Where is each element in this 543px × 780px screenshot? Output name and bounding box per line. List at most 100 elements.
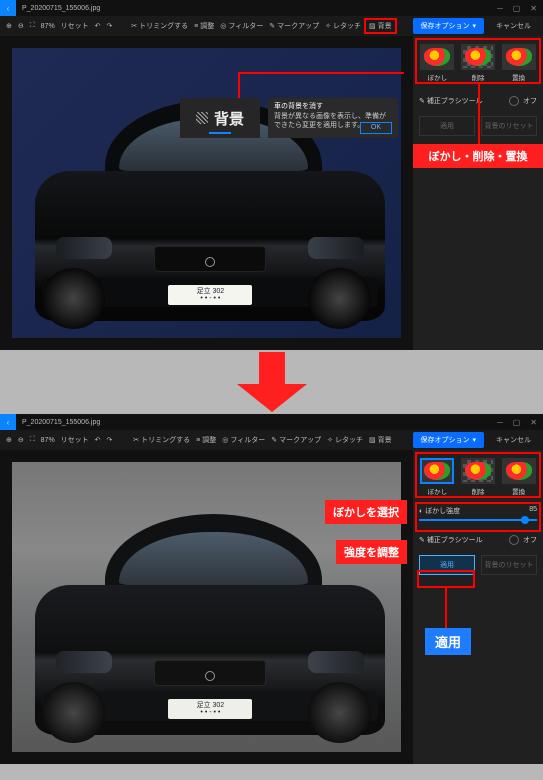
tool-retouch-label: レタッチ [333, 21, 361, 31]
tool-markup-label: マークアップ [277, 21, 319, 31]
maximize-button[interactable]: ▢ [513, 4, 521, 13]
tool-background-label: 背景 [378, 21, 392, 31]
zoom-in-icon[interactable]: ⊕ [6, 436, 12, 444]
rotate-left-icon[interactable]: ↶ [95, 436, 101, 444]
tool-background[interactable]: ▨ 背景 [364, 18, 397, 34]
tool-markup[interactable]: ✎ マークアップ [269, 21, 319, 31]
side-panel: ぼかし 削除 置換 ◐ ぼかし強度 85 [413, 450, 543, 764]
minimize-button[interactable]: ─ [497, 4, 503, 13]
side-panel: ぼかし 削除 置換 ✎ 補正ブラシツール オフ 適用 背景のリセット [413, 36, 543, 350]
label: 調整 [202, 435, 216, 445]
toggle-off-label: オフ [523, 96, 537, 106]
plate-top: 足立 302 [197, 288, 225, 295]
reset-bg-button[interactable]: 背景のリセット [481, 116, 537, 136]
brush-tool-label: 補正ブラシツール [427, 98, 483, 105]
close-button[interactable]: ✕ [530, 4, 537, 13]
minimize-button[interactable]: ─ [497, 418, 503, 427]
slider-track[interactable] [419, 519, 537, 521]
slider-knob[interactable] [521, 516, 529, 524]
label: 補正ブラシツール [427, 537, 483, 544]
expand-icon[interactable]: ⛶ [30, 436, 35, 444]
brush-tool-row: ✎ 補正ブラシツール オフ [419, 535, 537, 545]
annotation-line [445, 588, 447, 628]
plate-bot: • • - • • [200, 709, 220, 716]
app-window-before: ‹ P_20200715_155006.jpg ─ ▢ ✕ ⊕ ⊖ ⛶ 87% … [0, 0, 543, 350]
window-controls: ─ ▢ ✕ [497, 4, 543, 13]
annotation-box-apply [417, 570, 475, 588]
brush-tool[interactable]: ✎ 補正ブラシツール [419, 535, 483, 545]
plate-top: 足立 302 [197, 702, 225, 709]
help-title: 車の背景を消す [274, 103, 392, 111]
tool-markup[interactable]: ✎ マークアップ [271, 435, 321, 445]
back-icon: ‹ [7, 4, 10, 13]
label: オフ [523, 535, 537, 545]
tool-trimming[interactable]: ✂ トリミングする [131, 21, 188, 31]
reset-zoom[interactable]: リセット [61, 435, 89, 445]
tool-adjust[interactable]: ≡ 調整 [196, 435, 216, 445]
label: 保存オプション [421, 435, 470, 445]
label: 背景 [378, 435, 392, 445]
annotation-line [238, 72, 404, 74]
label: フィルター [230, 435, 265, 445]
back-button[interactable]: ‹ [0, 414, 16, 430]
tool-trimming-label: トリミングする [139, 21, 188, 31]
toolbar: ⊕ ⊖ ⛶ 87% リセット ↶ ↷ ✂ トリミングする ≡ 調整 ◎ フィルタ… [0, 430, 543, 450]
titlebar: ‹ P_20200715_155006.jpg ─ ▢ ✕ [0, 0, 543, 16]
main-area: 足立 302 • • - • • ぼかしを選択 強度を調整 ぼかし 削除 [0, 450, 543, 764]
rotate-right-icon[interactable]: ↷ [107, 22, 113, 30]
window-controls: ─ ▢ ✕ [497, 418, 543, 427]
canvas: 足立 302 • • - • • ぼかしを選択 強度を調整 [0, 450, 413, 764]
apply-button[interactable]: 適用 [419, 116, 475, 136]
tool-trimming[interactable]: ✂ トリミングする [133, 435, 190, 445]
maximize-button[interactable]: ▢ [513, 418, 521, 427]
label: マークアップ [279, 435, 321, 445]
brush-toggle[interactable]: オフ [509, 96, 537, 106]
save-options-label: 保存オプション [421, 21, 470, 31]
tool-filter[interactable]: ◎ フィルター [220, 21, 263, 31]
toolbar: ⊕ ⊖ ⛶ 87% リセット ↶ ↷ ✂ トリミングする ≡ 調整 ◎ フィルタ… [0, 16, 543, 36]
tool-retouch[interactable]: ✧ レタッチ [325, 21, 361, 31]
tool-filter[interactable]: ◎ フィルター [222, 435, 265, 445]
canvas: 足立 302 • • - • • 背景 車の背景を消す 背景が異なる画像を表示し… [0, 36, 413, 350]
save-options-button[interactable]: 保存オプション ▾ [413, 432, 485, 448]
annotation-line [478, 84, 480, 144]
tool-adjust-label: 調整 [200, 21, 214, 31]
tool-filter-label: フィルター [228, 21, 263, 31]
tool-background[interactable]: ▨ 背景 [369, 435, 392, 445]
zoom-out-icon[interactable]: ⊖ [18, 436, 24, 444]
zoom-out-icon[interactable]: ⊖ [18, 22, 24, 30]
save-options-button[interactable]: 保存オプション ▾ [413, 18, 485, 34]
zoom-pct: 87% [41, 437, 55, 444]
brush-toggle[interactable]: オフ [509, 535, 537, 545]
zoom-in-icon[interactable]: ⊕ [6, 22, 12, 30]
callout-modes: ぼかし・削除・置換 [413, 144, 543, 168]
cancel-button[interactable]: キャンセル [490, 18, 537, 34]
brush-tool[interactable]: ✎ 補正ブラシツール [419, 96, 483, 106]
callout-select-blur: ぼかしを選択 [325, 500, 407, 524]
cancel-button[interactable]: キャンセル [490, 432, 537, 448]
label: トリミングする [141, 435, 190, 445]
background-popup: 背景 [180, 98, 260, 138]
chevron-down-icon: ▾ [473, 22, 477, 30]
reset-zoom[interactable]: リセット [61, 21, 89, 31]
file-name: P_20200715_155006.jpg [16, 419, 497, 426]
titlebar: ‹ P_20200715_155006.jpg ─ ▢ ✕ [0, 414, 543, 430]
back-button[interactable]: ‹ [0, 0, 16, 16]
help-tooltip: 車の背景を消す 背景が異なる画像を表示し、準備ができたら変更を適用します。 OK [268, 98, 398, 138]
file-name: P_20200715_155006.jpg [16, 5, 497, 12]
rotate-left-icon[interactable]: ↶ [95, 22, 101, 30]
license-plate: 足立 302 • • - • • [168, 285, 252, 305]
tool-adjust[interactable]: ≡ 調整 [194, 21, 214, 31]
reset-bg-button[interactable]: 背景のリセット [481, 555, 537, 575]
rotate-right-icon[interactable]: ↷ [107, 436, 113, 444]
background-popup-label: 背景 [214, 108, 244, 129]
close-button[interactable]: ✕ [530, 418, 537, 427]
help-ok-button[interactable]: OK [360, 122, 392, 134]
tool-retouch[interactable]: ✧ レタッチ [327, 435, 363, 445]
car: 足立 302 • • - • • [35, 514, 385, 734]
zoom-pct: 87% [41, 23, 55, 30]
preview-image: 足立 302 • • - • • [12, 48, 401, 338]
main-area: 足立 302 • • - • • 背景 車の背景を消す 背景が異なる画像を表示し… [0, 36, 543, 350]
license-plate: 足立 302 • • - • • [168, 699, 252, 719]
expand-icon[interactable]: ⛶ [30, 22, 35, 30]
